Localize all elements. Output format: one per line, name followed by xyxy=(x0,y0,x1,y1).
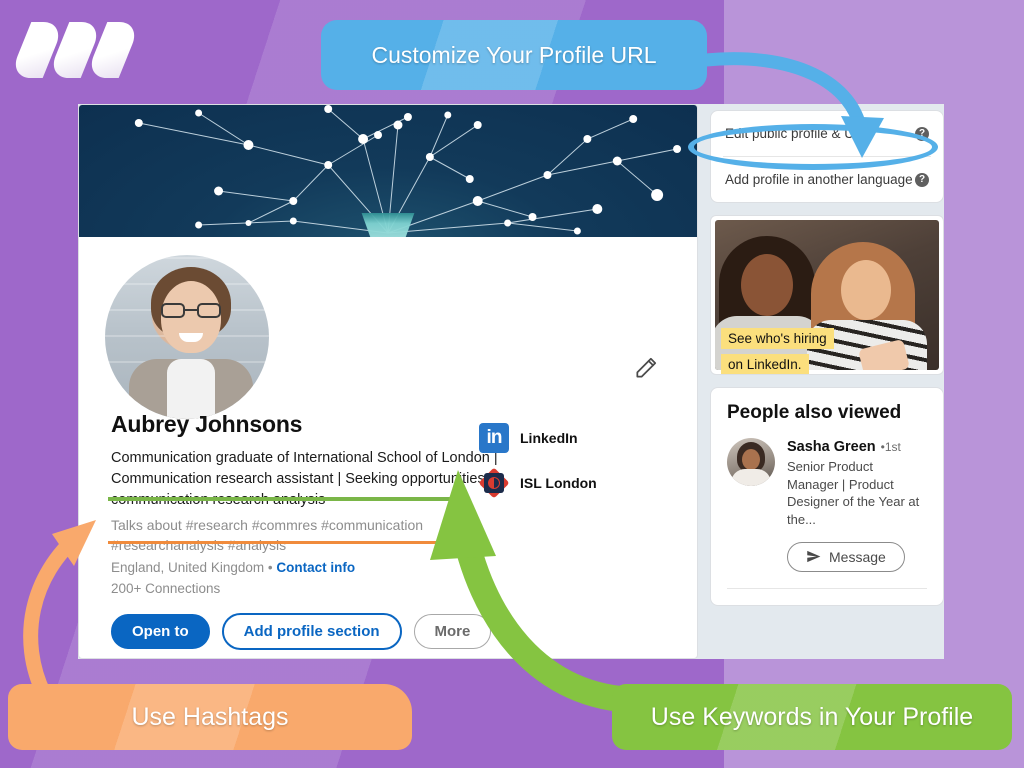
ad-person-1-face xyxy=(741,254,793,316)
menu-item-add-profile-language[interactable]: Add profile in another language ? xyxy=(711,157,943,202)
message-button[interactable]: Message xyxy=(787,541,905,572)
callout-customize-url: Customize Your Profile URL xyxy=(321,20,707,90)
avatar[interactable] xyxy=(727,438,775,486)
company-name: LinkedIn xyxy=(520,430,578,446)
profile-settings-menu: Edit public profile & URL ? Add profile … xyxy=(710,110,944,203)
person-name-row: Sasha Green •1st xyxy=(787,438,927,456)
ad-headline-line-2: on LinkedIn. xyxy=(721,354,809,374)
menu-item-label: Edit public profile & URL xyxy=(725,126,872,141)
list-item[interactable]: Sasha Green •1st Senior Product Manager |… xyxy=(727,438,927,529)
cover-banner-image xyxy=(79,105,697,237)
ad-headline-line-1: See who's hiring xyxy=(721,328,834,349)
callout-label: Use Hashtags xyxy=(131,702,289,731)
callout-label: Use Keywords in Your Profile xyxy=(650,702,974,731)
add-profile-section-button[interactable]: Add profile section xyxy=(221,613,402,651)
message-button-label: Message xyxy=(829,548,886,565)
callout-use-keywords: Use Keywords in Your Profile xyxy=(612,684,1012,750)
company-row[interactable]: LinkedIn xyxy=(479,423,649,453)
ad-person-2-face xyxy=(841,260,891,320)
linkedin-window: Aubrey Johnsons Communication graduate o… xyxy=(78,104,944,659)
connection-degree: •1st xyxy=(880,440,901,454)
orange-arrow-shaft xyxy=(23,526,88,702)
more-button[interactable]: More xyxy=(413,614,492,650)
edit-profile-pencil-icon[interactable] xyxy=(629,351,663,385)
open-to-button[interactable]: Open to xyxy=(111,614,210,650)
contact-info-link[interactable]: Contact info xyxy=(276,560,355,575)
screenshot-stage: Aubrey Johnsons Communication graduate o… xyxy=(0,0,1024,768)
profile-location-row: England, United Kingdom • Contact info xyxy=(111,560,681,575)
company-row[interactable]: ISL London xyxy=(479,468,649,498)
isl-london-logo-icon xyxy=(479,468,509,498)
avatar-glasses xyxy=(161,303,221,318)
linkedin-logo-icon xyxy=(479,423,509,453)
card-divider xyxy=(727,587,927,589)
profile-talks-about: Talks about #research #commres #communic… xyxy=(111,516,424,553)
person-name[interactable]: Sasha Green xyxy=(787,439,876,455)
help-circle-icon[interactable]: ? xyxy=(915,172,929,187)
people-also-viewed-title: People also viewed xyxy=(727,402,902,423)
three-slash-logo xyxy=(8,22,156,78)
location-separator: • xyxy=(264,560,277,576)
callout-use-hashtags: Use Hashtags xyxy=(8,684,412,750)
send-icon xyxy=(807,551,821,563)
profile-connections[interactable]: 200+ Connections xyxy=(111,581,681,596)
menu-item-edit-public-profile-url[interactable]: Edit public profile & URL ? xyxy=(711,111,943,156)
help-circle-icon[interactable]: ? xyxy=(915,126,929,141)
hiring-ad-card[interactable]: See who's hiring on LinkedIn. xyxy=(710,215,944,375)
people-also-viewed-card: People also viewed Sasha Green •1st Senio… xyxy=(710,387,944,606)
profile-action-buttons: Open to Add profile section More xyxy=(111,613,681,651)
menu-item-label: Add profile in another language xyxy=(725,172,913,187)
profile-companies: LinkedIn ISL London xyxy=(479,423,649,513)
profile-card: Aubrey Johnsons Communication graduate o… xyxy=(78,104,698,659)
right-rail: Edit public profile & URL ? Add profile … xyxy=(710,104,944,606)
person-description: Senior Product Manager | Product Designe… xyxy=(787,459,920,528)
profile-headline: Communication graduate of International … xyxy=(111,450,501,508)
callout-label: Customize Your Profile URL xyxy=(371,41,657,68)
company-name: ISL London xyxy=(520,475,597,491)
profile-location: England, United Kingdom xyxy=(111,560,265,576)
avatar[interactable] xyxy=(101,251,273,423)
